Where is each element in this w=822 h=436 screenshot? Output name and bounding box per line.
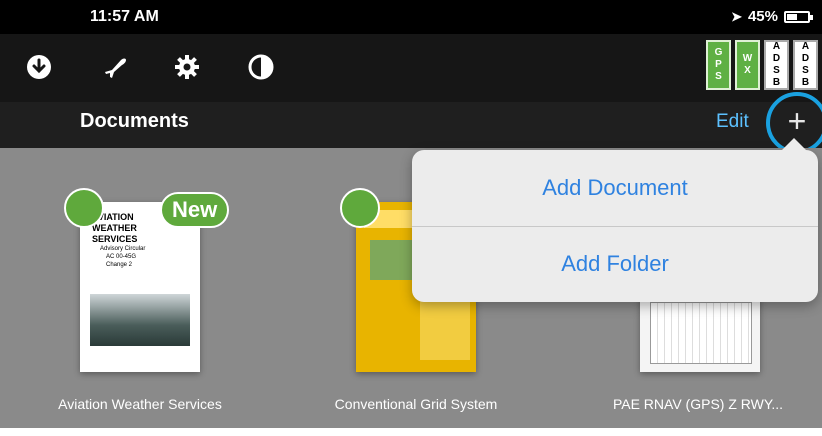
- plus-icon: +: [787, 103, 807, 139]
- airplane-icon[interactable]: [102, 52, 132, 82]
- gear-icon[interactable]: [172, 52, 202, 82]
- document-name[interactable]: PAE RNAV (GPS) Z RWY...: [590, 396, 806, 412]
- add-popover-menu: Add Document Add Folder: [412, 138, 818, 302]
- download-icon[interactable]: [24, 52, 54, 82]
- contrast-icon[interactable]: [246, 52, 276, 82]
- edit-button[interactable]: Edit: [716, 111, 749, 133]
- download-status-dot: [64, 188, 104, 228]
- adsb-status-badge[interactable]: ADSB: [764, 40, 789, 90]
- download-status-dot: [340, 188, 380, 228]
- device-status-indicators[interactable]: GPS WX ADSB ADSB: [706, 40, 818, 90]
- status-bar: 11:57 AM ➤ 45%: [0, 0, 822, 34]
- wx-status-badge[interactable]: WX: [735, 40, 760, 90]
- approach-chart-diagram: [650, 302, 752, 364]
- gps-status-badge[interactable]: GPS: [706, 40, 731, 90]
- location-arrow-icon: ➤: [731, 8, 742, 24]
- bottom-edge: [0, 428, 822, 436]
- battery-indicator: ➤ 45%: [731, 8, 813, 25]
- add-folder-menu-item[interactable]: Add Folder: [412, 226, 818, 302]
- adsb-status-badge-2[interactable]: ADSB: [793, 40, 818, 90]
- thumbnail-image: [370, 240, 414, 280]
- new-badge: New: [160, 192, 230, 228]
- document-name[interactable]: Aviation Weather Services: [40, 396, 240, 412]
- status-time: 11:57 AM: [90, 8, 159, 25]
- app-window: 11:57 AM ➤ 45% GPS WX ADSB A D S B Docum…: [0, 0, 822, 436]
- documents-header: Documents Edit +: [0, 92, 822, 154]
- add-document-menu-item[interactable]: Add Document: [412, 150, 818, 227]
- top-toolbar: GPS WX ADSB ADSB: [0, 34, 822, 102]
- battery-icon: [784, 10, 813, 23]
- document-name[interactable]: Conventional Grid System: [316, 396, 516, 412]
- battery-percent: 45%: [747, 8, 778, 25]
- thumbnail-image: [90, 294, 190, 346]
- page-title: Documents: [80, 110, 189, 132]
